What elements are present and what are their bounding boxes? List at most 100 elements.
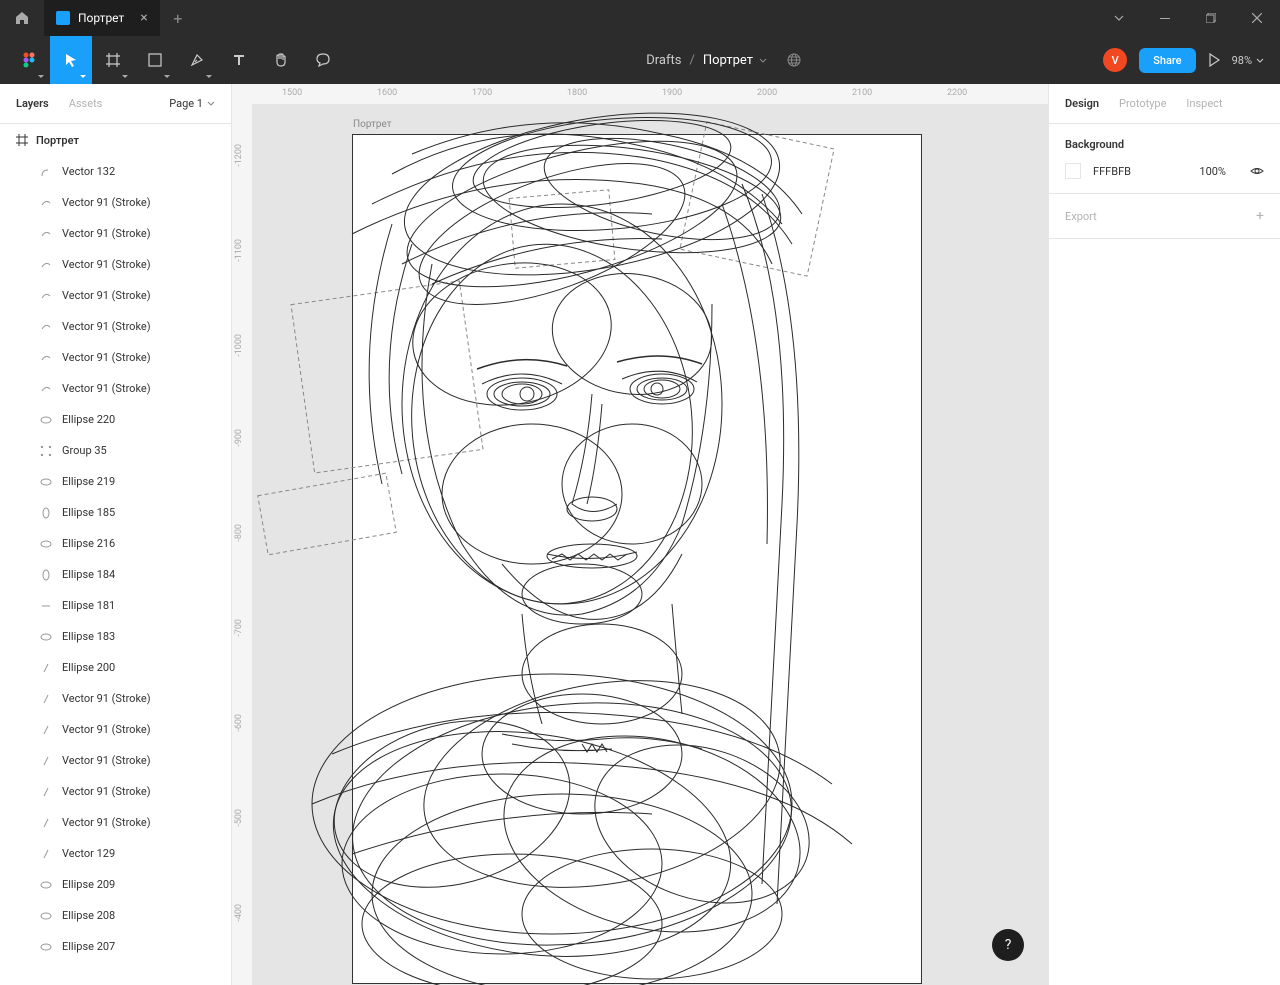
layer-type-icon — [40, 693, 52, 705]
layer-item[interactable]: Vector 91 (Stroke) — [0, 683, 231, 714]
layer-type-icon — [40, 600, 52, 612]
ruler-tick: 2100 — [852, 88, 872, 98]
layer-type-icon — [40, 197, 52, 209]
canvas[interactable]: 15001600170018001900200021002200 -1200-1… — [232, 84, 1048, 985]
visibility-icon[interactable] — [1250, 164, 1264, 178]
layer-item[interactable]: Ellipse 184 — [0, 559, 231, 590]
layer-item[interactable]: Ellipse 181 — [0, 590, 231, 621]
assets-tab[interactable]: Assets — [69, 97, 103, 110]
layer-item[interactable]: Ellipse 183 — [0, 621, 231, 652]
layer-name: Ellipse 208 — [62, 909, 115, 922]
layer-name: Ellipse 207 — [62, 940, 115, 953]
layer-type-icon — [40, 507, 52, 519]
move-tool-button[interactable] — [50, 36, 92, 84]
ruler-tick: 2200 — [947, 88, 967, 98]
window-maximize-button[interactable] — [1188, 0, 1234, 36]
layer-item[interactable]: Vector 91 (Stroke) — [0, 745, 231, 776]
layer-item[interactable]: Vector 132 — [0, 156, 231, 187]
layer-item[interactable]: Vector 91 (Stroke) — [0, 311, 231, 342]
ruler-tick: -400 — [234, 904, 244, 922]
layer-type-icon — [40, 259, 52, 271]
file-tab[interactable]: Портрет × — [44, 0, 160, 36]
layer-item[interactable]: Ellipse 220 — [0, 404, 231, 435]
layer-name: Vector 132 — [62, 165, 115, 178]
tab-close-icon[interactable]: × — [140, 10, 147, 26]
layer-item[interactable]: Ellipse 208 — [0, 900, 231, 931]
layer-item[interactable]: Ellipse 200 — [0, 652, 231, 683]
add-export-icon[interactable]: + — [1256, 208, 1264, 224]
globe-icon[interactable] — [787, 53, 801, 67]
layer-name: Ellipse 181 — [62, 599, 115, 612]
layers-list: Портрет Vector 132Vector 91 (Stroke)Vect… — [0, 124, 231, 985]
layer-item[interactable]: Vector 91 (Stroke) — [0, 249, 231, 280]
layer-type-icon — [40, 817, 52, 829]
tab-title: Портрет — [78, 11, 124, 25]
layer-type-icon — [40, 910, 52, 922]
ruler-tick: -500 — [234, 809, 244, 827]
file-name[interactable]: Портрет — [703, 53, 767, 68]
background-color-swatch[interactable] — [1065, 163, 1081, 179]
share-button[interactable]: Share — [1139, 48, 1195, 73]
right-panel: Design Prototype Inspect Background FFFB… — [1048, 84, 1280, 985]
layer-item[interactable]: Vector 91 (Stroke) — [0, 280, 231, 311]
export-section[interactable]: Export + — [1049, 194, 1280, 239]
layer-name: Ellipse 184 — [62, 568, 115, 581]
layer-item[interactable]: Ellipse 207 — [0, 931, 231, 962]
layer-type-icon — [40, 321, 52, 333]
ruler-tick: 2000 — [757, 88, 777, 98]
layer-name: Vector 91 (Stroke) — [62, 816, 151, 829]
chevron-down-icon[interactable] — [1096, 0, 1142, 36]
breadcrumb-root[interactable]: Drafts — [646, 53, 681, 68]
layer-type-icon — [40, 445, 52, 457]
pen-tool-button[interactable] — [176, 36, 218, 84]
left-panel: Layers Assets Page 1 Портрет Vector 132 V… — [0, 84, 232, 985]
layer-name: Ellipse 216 — [62, 537, 115, 550]
layer-item[interactable]: Vector 91 (Stroke) — [0, 373, 231, 404]
help-button[interactable]: ? — [992, 929, 1024, 961]
figma-menu-button[interactable] — [8, 36, 50, 84]
layer-item[interactable]: Group 35 — [0, 435, 231, 466]
ruler-tick: -800 — [234, 524, 244, 542]
text-tool-button[interactable] — [218, 36, 260, 84]
layer-item[interactable]: Ellipse 219 — [0, 466, 231, 497]
layer-type-icon — [40, 631, 52, 643]
layer-type-icon — [40, 848, 52, 860]
layer-item[interactable]: Vector 91 (Stroke) — [0, 776, 231, 807]
inspect-tab[interactable]: Inspect — [1186, 97, 1222, 110]
layer-type-icon — [40, 228, 52, 240]
frame-tool-button[interactable] — [92, 36, 134, 84]
frame-name: Портрет — [36, 134, 79, 147]
layer-item[interactable]: Vector 91 (Stroke) — [0, 342, 231, 373]
layer-name: Ellipse 219 — [62, 475, 115, 488]
layer-type-icon — [40, 352, 52, 364]
layer-item[interactable]: Vector 91 (Stroke) — [0, 807, 231, 838]
layer-item[interactable]: Vector 91 (Stroke) — [0, 714, 231, 745]
page-selector[interactable]: Page 1 — [169, 97, 215, 110]
layer-type-icon — [40, 879, 52, 891]
user-avatar[interactable]: V — [1103, 48, 1127, 72]
comment-tool-button[interactable] — [302, 36, 344, 84]
zoom-control[interactable]: 98% — [1232, 54, 1264, 67]
design-tab[interactable]: Design — [1065, 97, 1099, 110]
layer-item[interactable]: Ellipse 216 — [0, 528, 231, 559]
background-color-value[interactable]: FFFBFB — [1093, 165, 1187, 178]
window-close-button[interactable] — [1234, 0, 1280, 36]
new-tab-button[interactable]: + — [160, 0, 196, 36]
layer-item[interactable]: Ellipse 185 — [0, 497, 231, 528]
layers-tab[interactable]: Layers — [16, 97, 49, 110]
titlebar: Портрет × + — [0, 0, 1280, 36]
layer-item[interactable]: Ellipse 209 — [0, 869, 231, 900]
layer-name: Vector 91 (Stroke) — [62, 785, 151, 798]
home-button[interactable] — [0, 0, 44, 36]
layer-item[interactable]: Vector 91 (Stroke) — [0, 187, 231, 218]
hand-tool-button[interactable] — [260, 36, 302, 84]
layer-type-icon — [40, 476, 52, 488]
present-button[interactable] — [1208, 53, 1220, 67]
background-opacity[interactable]: 100% — [1199, 165, 1226, 178]
layer-item[interactable]: Vector 91 (Stroke) — [0, 218, 231, 249]
layer-item[interactable]: Vector 129 — [0, 838, 231, 869]
window-minimize-button[interactable] — [1142, 0, 1188, 36]
prototype-tab[interactable]: Prototype — [1119, 97, 1166, 110]
shape-tool-button[interactable] — [134, 36, 176, 84]
frame-layer[interactable]: Портрет — [0, 124, 231, 156]
